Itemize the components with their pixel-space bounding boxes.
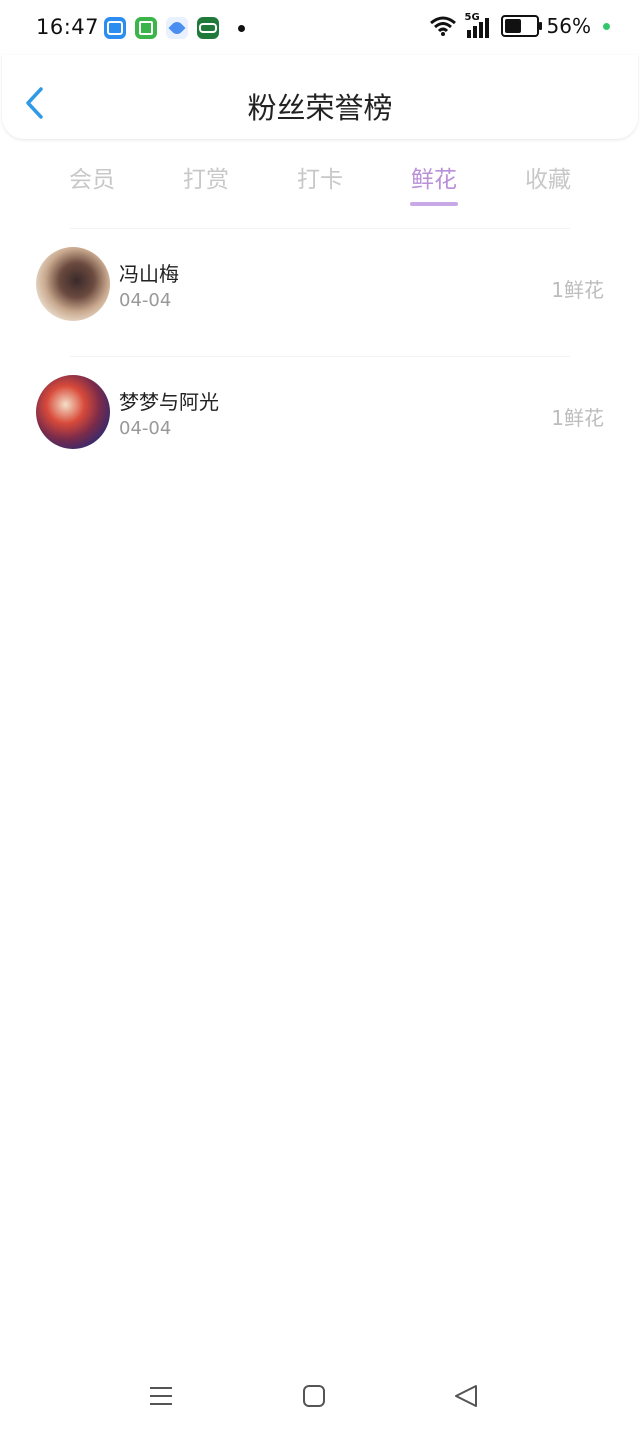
tab-checkin[interactable]: 打卡 <box>270 160 370 194</box>
status-bar: 16:47 5G 56% <box>0 0 640 58</box>
system-status: 5G 56% <box>429 12 610 38</box>
home-button[interactable] <box>296 1378 332 1414</box>
charging-dot-icon <box>603 22 610 30</box>
network-label: 5G <box>464 12 480 23</box>
tab-bar: 会员 打赏 打卡 鲜花 收藏 <box>36 150 604 210</box>
list-item[interactable]: 冯山梅 04-04 1鲜花 <box>0 228 640 356</box>
tab-favorites[interactable]: 收藏 <box>498 160 598 194</box>
menu-icon <box>150 1387 172 1405</box>
menu-button[interactable] <box>143 1378 179 1414</box>
avatar <box>36 247 110 321</box>
battery-percent: 56% <box>546 14 591 38</box>
flower-count: 1鲜花 <box>551 406 604 430</box>
fan-date: 04-04 <box>119 418 172 439</box>
fan-name: 冯山梅 <box>119 262 179 286</box>
browser-app-icon <box>166 17 188 39</box>
battery-icon <box>500 15 542 37</box>
fan-name: 梦梦与阿光 <box>119 390 219 414</box>
home-square-icon <box>303 1385 325 1407</box>
active-tab-indicator <box>410 202 458 206</box>
more-notifications-dot-icon <box>238 24 245 32</box>
tab-flowers[interactable]: 鲜花 <box>384 160 484 194</box>
store-app-icon <box>135 17 157 39</box>
flower-count: 1鲜花 <box>551 278 604 302</box>
system-nav-bar <box>0 1370 640 1420</box>
notification-icons <box>104 17 245 39</box>
signal-5g-icon: 5G <box>464 12 493 38</box>
oppo-app-icon <box>197 17 219 39</box>
tab-members[interactable]: 会员 <box>42 160 142 194</box>
status-time: 16:47 <box>36 15 100 39</box>
back-triangle-icon <box>455 1385 477 1407</box>
avatar <box>36 375 110 449</box>
page-header: 粉丝荣誉榜 <box>2 55 638 139</box>
back-nav-button[interactable] <box>448 1378 484 1414</box>
fan-date: 04-04 <box>119 290 172 311</box>
page-title: 粉丝荣誉榜 <box>247 91 393 125</box>
messages-app-icon <box>104 17 126 39</box>
list-item[interactable]: 梦梦与阿光 04-04 1鲜花 <box>0 356 640 484</box>
tab-tips[interactable]: 打赏 <box>156 160 256 194</box>
wifi-icon <box>429 16 456 36</box>
